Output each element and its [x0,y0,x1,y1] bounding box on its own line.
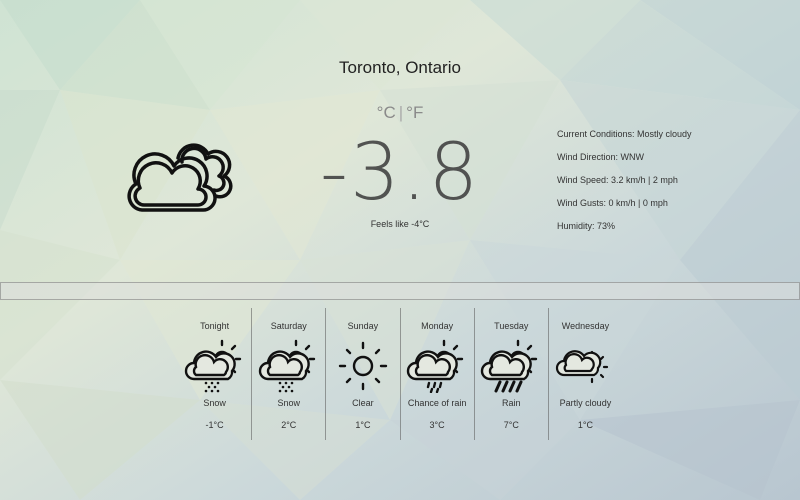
cloud-icon [127,143,233,212]
forecast-temp: 3°C [429,420,445,430]
forecast-day: Monday Chance of rain 3°C [399,308,474,440]
forecast-day-name: Saturday [270,321,307,331]
humidity: Humidity: 73% [557,221,616,231]
sun-icon [338,341,388,391]
chance-of-rain-icon [406,339,464,393]
forecast-temp: 1°C [577,420,593,430]
condition-summary: Current Conditions: Mostly cloudy [557,129,692,139]
unit-toggle: °C | °F [340,103,460,123]
forecast-day-name: Tonight [200,321,230,331]
forecast-day-name: Monday [421,321,454,331]
forecast-day: Wednesday Partly cloudy 1°C [547,308,622,440]
forecast-condition: Partly cloudy [559,398,612,408]
forecast-day: Tuesday Rain 7°C [473,308,548,440]
forecast-day-name: Sunday [347,321,379,331]
forecast-day-name: Wednesday [561,321,610,331]
forecast-temp: -1°C [205,420,224,430]
forecast-day-name: Tuesday [494,321,529,331]
forecast-temp: 2°C [281,420,297,430]
feels-like: Feels like -4°C [370,219,430,229]
forecast-condition: Chance of rain [407,398,467,408]
unit-separator: | [398,103,404,122]
snow-icon [184,339,241,393]
rain-icon [481,339,538,393]
current-temperature: -3.8 [300,128,500,218]
forecast-temp: 7°C [503,420,519,430]
snow-icon [258,339,315,393]
weather-app: Toronto, Ontario °C | °F -3.8 Feels like -… [0,0,800,500]
divider-bar [0,282,800,300]
forecast-strip: Tonight Snow -1°C Saturday Snow 2°C Sund… [178,308,622,440]
forecast-day: Saturday Snow 2°C [251,308,325,440]
wind-speed: Wind Speed: 3.2 km/h | 2 mph [557,175,678,185]
forecast-condition: Clear [352,398,374,408]
current-conditions-panel: Current Conditions: Mostly cloudy Wind D… [557,128,787,243]
wind-gusts: Wind Gusts: 0 km/h | 0 mph [557,198,668,208]
current-temperature-value: -3.8 [319,128,481,218]
forecast-day: Sunday Clear 1°C [325,308,399,440]
forecast-day: Tonight Snow -1°C [178,308,251,440]
wind-direction: Wind Direction: WNW [557,152,645,162]
fahrenheit-toggle[interactable]: °F [406,103,423,122]
forecast-condition: Rain [502,398,521,408]
location-title: Toronto, Ontario [339,58,461,77]
celsius-toggle[interactable]: °C [377,103,396,122]
forecast-temp: 1°C [355,420,371,430]
forecast-condition: Snow [203,398,226,408]
partly-cloudy-icon [556,350,609,384]
forecast-condition: Snow [277,398,301,408]
